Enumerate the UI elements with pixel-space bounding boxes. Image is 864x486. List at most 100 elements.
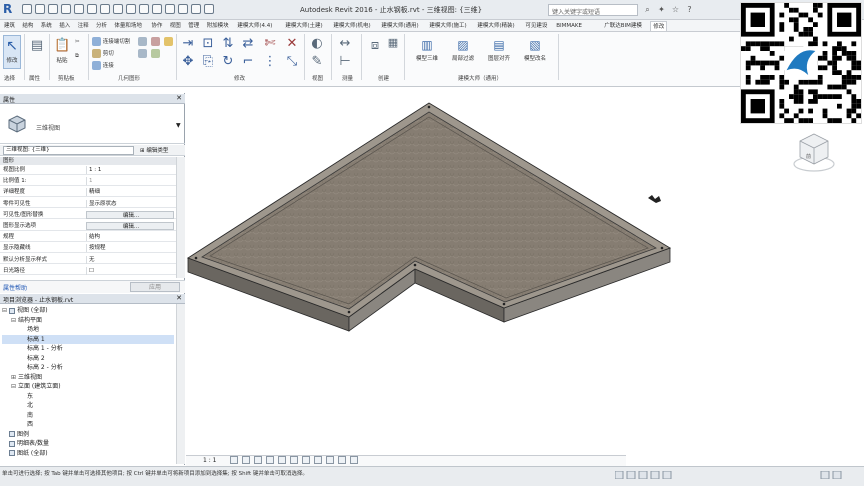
tab-16[interactable]: 建模大师(精装) — [475, 21, 516, 31]
collapse-icon[interactable]: ⊟ — [11, 316, 18, 326]
tree-item[interactable]: 标高 2 — [2, 354, 174, 364]
measure-button[interactable]: ↔ — [337, 35, 353, 51]
dimension-icon[interactable]: ⊢ — [337, 53, 353, 69]
tag-icon[interactable] — [126, 4, 136, 14]
status-tools[interactable] — [615, 471, 845, 479]
tab-0[interactable]: 建筑 — [2, 21, 17, 31]
property-value[interactable]: 显示原状态 — [86, 199, 174, 208]
tab-2[interactable]: 系统 — [39, 21, 54, 31]
tree-item[interactable]: 标高 1 - 分析 — [2, 344, 174, 354]
tree-item[interactable]: 东 — [2, 392, 174, 402]
tab-4[interactable]: 注释 — [76, 21, 91, 31]
move-icon[interactable]: ✥ — [180, 53, 196, 69]
visual-style-icon[interactable] — [242, 456, 250, 464]
paint-icon[interactable] — [163, 36, 174, 47]
trim-icon[interactable]: ⌐ — [240, 53, 256, 69]
cope-button[interactable]: 连接端切割 — [91, 36, 131, 47]
edit-type-button[interactable]: ⊞ 编辑类型 — [140, 146, 168, 154]
shadows-icon[interactable] — [266, 456, 274, 464]
tab-15[interactable]: 建模大师(施工) — [427, 21, 468, 31]
mirror-icon[interactable]: ⇅ — [220, 35, 236, 51]
measure-icon[interactable] — [100, 4, 110, 14]
paste-button[interactable]: 📋 粘贴 — [53, 35, 71, 69]
tab-3[interactable]: 插入 — [57, 21, 72, 31]
tab-11[interactable]: 建模大师(4.4) — [235, 21, 274, 31]
temp-hide-icon[interactable] — [326, 456, 334, 464]
property-value[interactable]: 结构 — [86, 233, 174, 242]
property-edit-button[interactable]: 编辑... — [86, 222, 174, 230]
scale-icon[interactable]: ⤡ — [284, 53, 300, 69]
copy-button[interactable]: ⧉ — [74, 52, 80, 61]
property-value[interactable]: 1 : 1 — [86, 166, 174, 174]
view-scale[interactable]: 1 : 1 — [203, 457, 216, 464]
viewcube-icon[interactable]: 前 — [790, 130, 838, 174]
property-edit-button[interactable]: 编辑... — [86, 210, 174, 219]
demolish-icon[interactable] — [150, 36, 161, 47]
properties-section-graphics[interactable]: 图形 — [0, 157, 176, 165]
type-selector[interactable]: 三维视图 ▼ — [0, 106, 185, 144]
tab-10[interactable]: 附加模块 — [205, 21, 231, 31]
property-row[interactable]: 规程 结构 — [0, 233, 176, 242]
tab-12[interactable]: 建模大师(土建) — [283, 21, 324, 31]
reveal-hidden-icon[interactable] — [338, 456, 346, 464]
tab-14[interactable]: 建模大师(通用) — [379, 21, 420, 31]
property-value[interactable]: 按规程 — [86, 244, 174, 253]
offset-icon[interactable]: ⊡ — [200, 35, 216, 51]
subscription-icon[interactable]: ✦ — [656, 4, 667, 15]
model-3d-button[interactable]: ▥ 模型三维 — [410, 35, 444, 69]
hide-in-view-icon[interactable]: ◐ — [309, 35, 325, 51]
property-row[interactable]: 可见性/图形替换 编辑... — [0, 210, 176, 220]
tree-item[interactable]: ⊟ 立面 (建筑立面) — [2, 382, 174, 392]
sync-icon[interactable] — [48, 4, 58, 14]
property-value[interactable]: 无 — [86, 255, 174, 264]
text-icon[interactable] — [113, 4, 123, 14]
property-value[interactable]: 1 — [86, 177, 174, 186]
tab-1[interactable]: 结构 — [20, 21, 35, 31]
tree-item[interactable]: 标高 1 — [2, 334, 174, 344]
create-similar-button[interactable]: ⧈ — [366, 35, 384, 69]
search-icon[interactable]: ⌕ — [642, 4, 653, 15]
property-row[interactable]: 详细程度 精细 — [0, 188, 176, 197]
crop-view-icon[interactable] — [290, 456, 298, 464]
split-face-icon[interactable] — [137, 48, 148, 59]
collapse-icon[interactable]: ⊟ — [11, 382, 18, 392]
lock-3d-icon[interactable] — [314, 456, 322, 464]
apply-button[interactable]: 应用 — [130, 282, 180, 292]
tab-13[interactable]: 建模大师(机电) — [331, 21, 372, 31]
tab-6[interactable]: 体量和场地 — [112, 21, 144, 31]
tree-item[interactable]: 图例 — [2, 430, 174, 440]
property-row[interactable]: 默认分析显示样式 无 — [0, 255, 176, 265]
property-row[interactable]: 图形显示选项 编辑... — [0, 222, 176, 231]
star-icon[interactable]: ☆ — [670, 4, 681, 15]
property-row[interactable]: 零件可见性 显示原状态 — [0, 199, 176, 209]
rotate-icon[interactable]: ↻ — [220, 53, 236, 69]
properties-button[interactable]: ▤ — [28, 35, 46, 69]
tab-5[interactable]: 分析 — [94, 21, 109, 31]
chevron-down-icon[interactable]: ▼ — [176, 122, 181, 129]
help-icon[interactable]: ? — [684, 4, 695, 15]
tree-item[interactable]: ⊞ 三维视图 — [2, 373, 174, 383]
tree-item[interactable]: 图纸 (全部) — [2, 449, 174, 459]
tree-item[interactable]: ⊟ 结构平面 — [2, 316, 174, 326]
detail-level-icon[interactable] — [230, 456, 238, 464]
panel-label-select[interactable]: 选择 — [4, 74, 15, 82]
align-icon[interactable]: ⇥ — [180, 35, 196, 51]
open-icon[interactable] — [22, 4, 32, 14]
mirror-line-icon[interactable]: ⇄ — [240, 35, 256, 51]
analytical-model-icon[interactable] — [350, 456, 358, 464]
tree-item[interactable]: 明细表/数量 — [2, 439, 174, 449]
property-row[interactable]: 显示隐藏线 按规程 — [0, 244, 176, 253]
split-icon[interactable]: ✄ — [262, 35, 278, 51]
tab-19[interactable]: 广联达BIM建模 — [602, 21, 644, 31]
property-row[interactable]: 视图比例 1 : 1 — [0, 166, 176, 175]
join-button[interactable]: 连接 — [91, 60, 115, 71]
local-filter-button[interactable]: ▨ 局部过滤 — [446, 35, 480, 69]
show-crop-icon[interactable] — [302, 456, 310, 464]
layer-align-button[interactable]: ▤ 图层对齐 — [482, 35, 516, 69]
tree-item[interactable]: 西 — [2, 420, 174, 430]
switch-windows-icon[interactable] — [191, 4, 201, 14]
revit-logo-icon[interactable]: R — [3, 2, 18, 17]
property-value[interactable]: 精细 — [86, 188, 174, 197]
undo-icon[interactable] — [61, 4, 71, 14]
close-hidden-icon[interactable] — [178, 4, 188, 14]
